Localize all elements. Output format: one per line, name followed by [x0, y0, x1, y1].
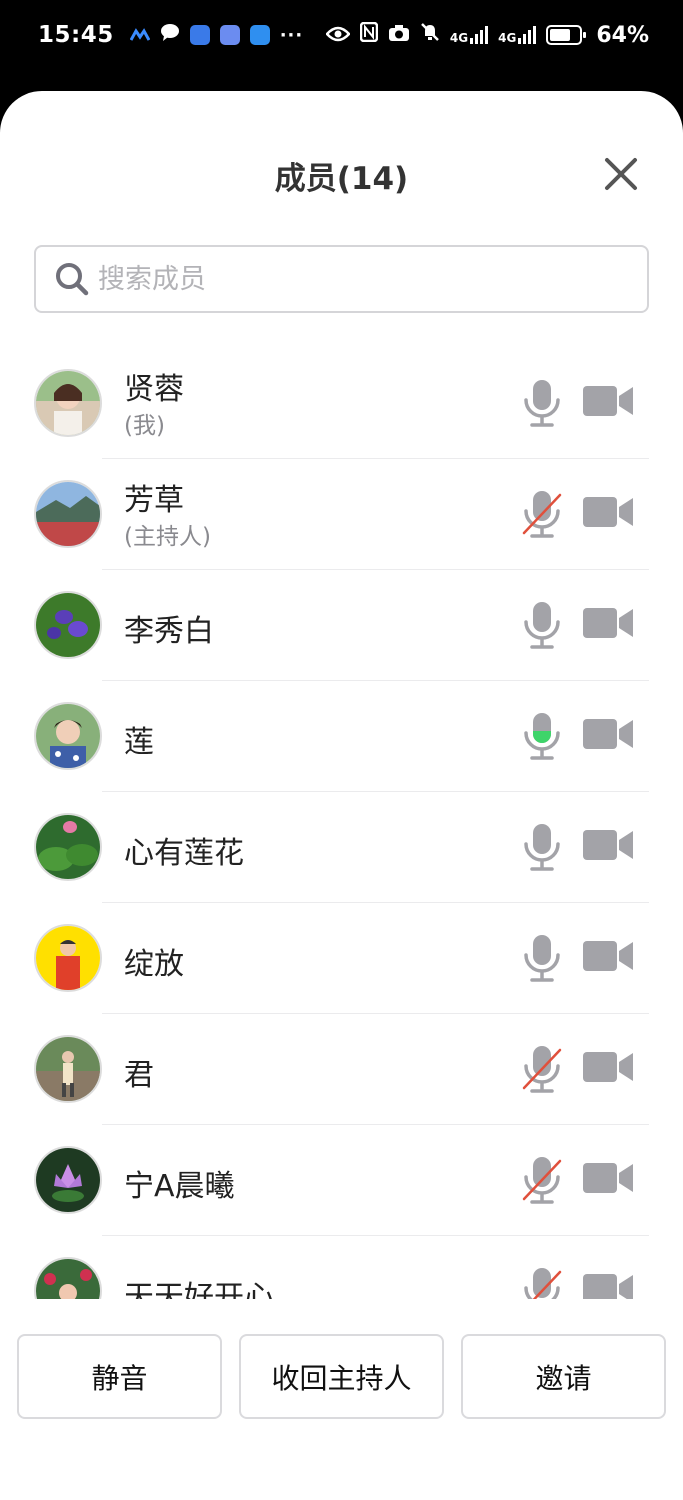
member-role-tag: (主持人) — [124, 524, 211, 550]
member-name: 绽放 — [124, 947, 184, 982]
member-name: 天天好开心 — [124, 1280, 274, 1299]
avatar — [34, 369, 102, 437]
member-name: 李秀白 — [124, 614, 214, 649]
battery-percent: 64% — [596, 22, 649, 48]
clock: 15:45 — [38, 22, 114, 48]
search-icon — [54, 261, 90, 297]
avatar — [34, 813, 102, 881]
member-name: 宁A晨曦 — [124, 1169, 235, 1204]
action-bar: 静音 收回主持人 邀请 — [0, 1299, 683, 1500]
nfc-icon — [359, 21, 379, 48]
mic-icon[interactable] — [520, 600, 564, 650]
reclaim-host-button[interactable]: 收回主持人 — [239, 1334, 444, 1419]
mic-muted-icon[interactable] — [520, 489, 564, 539]
video-camera-icon[interactable] — [582, 494, 634, 530]
signal-1-icon: 4G — [450, 26, 489, 44]
member-name: 莲 — [124, 725, 154, 760]
video-camera-icon[interactable] — [582, 938, 634, 974]
close-button[interactable] — [597, 150, 645, 198]
mic-muted-icon[interactable] — [520, 1266, 564, 1299]
members-sheet: 成员(14) 贤蓉(我)芳草(主持人)李秀白莲心有莲花绽放君宁A晨曦天天好开心 … — [0, 91, 683, 1500]
search-box[interactable] — [34, 245, 649, 313]
member-row[interactable]: 君 — [0, 1014, 683, 1125]
video-camera-icon[interactable] — [582, 605, 634, 641]
avatar — [34, 591, 102, 659]
member-row[interactable]: 宁A晨曦 — [0, 1125, 683, 1236]
app-notification-icon — [129, 23, 151, 48]
mic-muted-icon[interactable] — [520, 1155, 564, 1205]
mic-icon[interactable] — [520, 378, 564, 428]
weather-app-icon — [249, 25, 270, 45]
member-name: 君 — [124, 1058, 154, 1093]
member-row[interactable]: 李秀白 — [0, 570, 683, 681]
chat-bubble-icon — [160, 22, 180, 48]
member-list[interactable]: 贤蓉 (我) 芳草 (主持人) 李秀白莲心有莲花绽放君宁A晨曦天天好开心 — [0, 348, 683, 1299]
avatar — [34, 1146, 102, 1214]
member-name: 心有莲花 — [124, 836, 244, 871]
sheet-header: 成员(14) — [0, 91, 683, 255]
page-title: 成员(14) — [274, 161, 409, 197]
mic-speaking-icon[interactable] — [520, 711, 564, 761]
member-row[interactable]: 芳草 (主持人) — [0, 459, 683, 570]
avatar — [34, 480, 102, 548]
member-name: 芳草 — [124, 483, 184, 518]
browser-app-icon — [189, 25, 210, 45]
mute-all-button[interactable]: 静音 — [17, 1334, 222, 1419]
avatar — [34, 924, 102, 992]
invite-button[interactable]: 邀请 — [461, 1334, 666, 1419]
search-input[interactable] — [98, 263, 647, 295]
member-name: 贤蓉 — [124, 372, 184, 407]
video-camera-icon[interactable] — [582, 827, 634, 863]
member-row[interactable]: 绽放 — [0, 903, 683, 1014]
member-row[interactable]: 莲 — [0, 681, 683, 792]
bell-muted-icon — [420, 22, 440, 48]
close-icon — [605, 158, 637, 190]
avatar — [34, 1257, 102, 1299]
mic-muted-icon[interactable] — [520, 1044, 564, 1094]
member-row[interactable]: 心有莲花 — [0, 792, 683, 903]
battery-icon — [546, 25, 587, 45]
avatar — [34, 702, 102, 770]
status-bar: 15:45 ··· 4G 4G 64% — [0, 0, 683, 70]
member-role-tag: (我) — [124, 413, 165, 439]
video-camera-icon[interactable] — [582, 1160, 634, 1196]
member-row[interactable]: 贤蓉 (我) — [0, 348, 683, 459]
member-row[interactable]: 天天好开心 — [0, 1236, 683, 1299]
more-notifications-indicator: ··· — [279, 24, 304, 46]
eye-icon — [325, 23, 351, 48]
video-camera-icon[interactable] — [582, 1271, 634, 1299]
video-camera-icon[interactable] — [582, 716, 634, 752]
camera-icon — [388, 23, 410, 48]
mic-icon[interactable] — [520, 933, 564, 983]
music-app-icon — [219, 25, 240, 45]
mic-icon[interactable] — [520, 822, 564, 872]
video-camera-icon[interactable] — [582, 1049, 634, 1085]
video-camera-icon[interactable] — [582, 383, 634, 419]
avatar — [34, 1035, 102, 1103]
signal-2-icon: 4G — [498, 26, 537, 44]
